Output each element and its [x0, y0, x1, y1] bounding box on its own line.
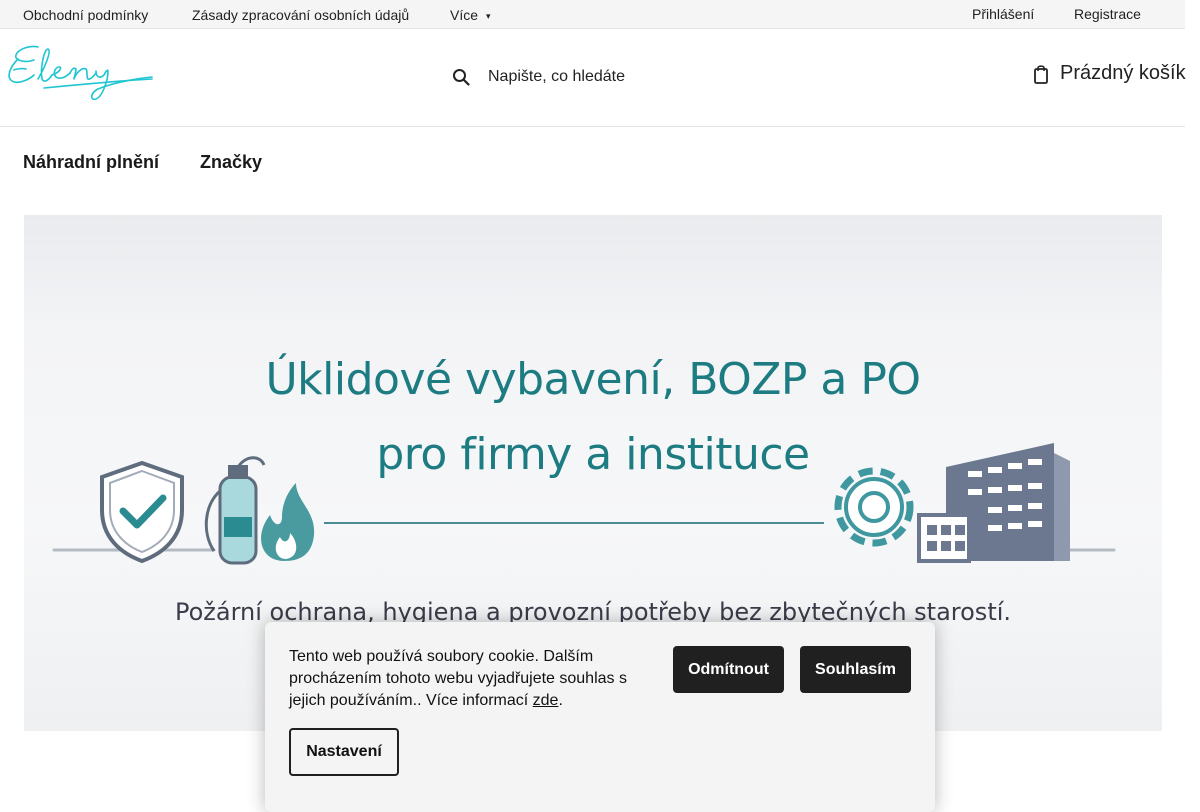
- more-menu-label: Více: [450, 7, 479, 23]
- category-nav: Náhradní plnění Značky: [0, 127, 1185, 195]
- chevron-down-icon: ▾: [486, 11, 491, 21]
- search-icon: [453, 69, 470, 86]
- banner-title-line2: pro firmy a instituce: [376, 429, 810, 480]
- shopping-bag-icon: [1034, 64, 1048, 84]
- cookie-message-text: Tento web používá soubory cookie. Dalším…: [289, 648, 627, 709]
- nav-item-replacement-fulfillment[interactable]: Náhradní plnění: [23, 152, 159, 173]
- logo-mark: [8, 45, 153, 101]
- site-header: Napište, co hledáte Prázdný košík: [0, 29, 1186, 127]
- login-link[interactable]: Přihlášení: [972, 6, 1034, 22]
- search-bar[interactable]: Napište, co hledáte: [452, 65, 625, 89]
- cookie-settings-button[interactable]: Nastavení: [289, 728, 399, 776]
- flame-icon: [261, 483, 315, 561]
- cookie-message-end: .: [558, 692, 563, 709]
- register-link[interactable]: Registrace: [1074, 6, 1141, 22]
- top-utility-bar: Obchodní podmínky Zásady zpracování osob…: [0, 0, 1185, 29]
- cart-label: Prázdný košík: [1060, 62, 1186, 84]
- accept-cookies-button[interactable]: Souhlasím: [800, 646, 911, 693]
- cookie-message: Tento web používá soubory cookie. Dalším…: [289, 646, 649, 712]
- link-terms[interactable]: Obchodní podmínky: [23, 7, 148, 23]
- gear-icon: [834, 467, 914, 547]
- banner-title-line1: Úklidové vybavení, BOZP a PO: [265, 354, 921, 405]
- cookie-more-info-link[interactable]: zde: [533, 692, 559, 709]
- shield-check-icon: [100, 460, 184, 564]
- cart-button[interactable]: Prázdný košík: [1034, 62, 1186, 85]
- logo[interactable]: [4, 41, 154, 103]
- link-privacy[interactable]: Zásady zpracování osobních údajů: [192, 7, 409, 23]
- reject-cookies-button[interactable]: Odmítnout: [673, 646, 784, 693]
- more-menu[interactable]: Více ▾: [450, 7, 491, 23]
- cookie-consent-bar: Tento web používá soubory cookie. Dalším…: [265, 622, 935, 812]
- nav-item-brands[interactable]: Značky: [200, 152, 262, 173]
- search-input[interactable]: Napište, co hledáte: [488, 68, 625, 86]
